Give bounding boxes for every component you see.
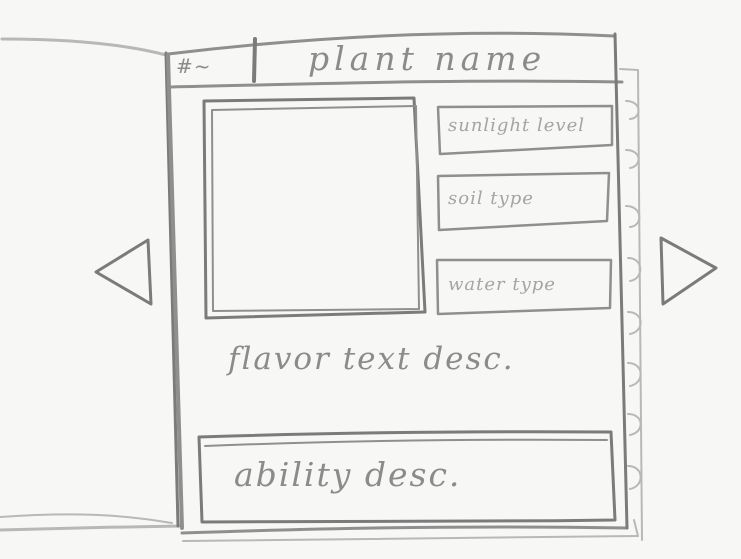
water-type-box — [437, 258, 612, 315]
previous-page-button[interactable] — [95, 236, 153, 308]
plant-book-sketch: #~ plant name sunlight level soil type w… — [0, 0, 741, 559]
plant-image-placeholder — [207, 101, 426, 319]
next-page-button[interactable] — [658, 235, 716, 307]
sunlight-level-box — [437, 106, 614, 154]
page-number: #~ — [176, 54, 212, 78]
flavor-text: flavor text desc. — [228, 341, 515, 377]
plant-name-title: plant name — [308, 39, 547, 78]
soil-type-box — [437, 174, 610, 230]
ability-description-box — [197, 432, 616, 522]
